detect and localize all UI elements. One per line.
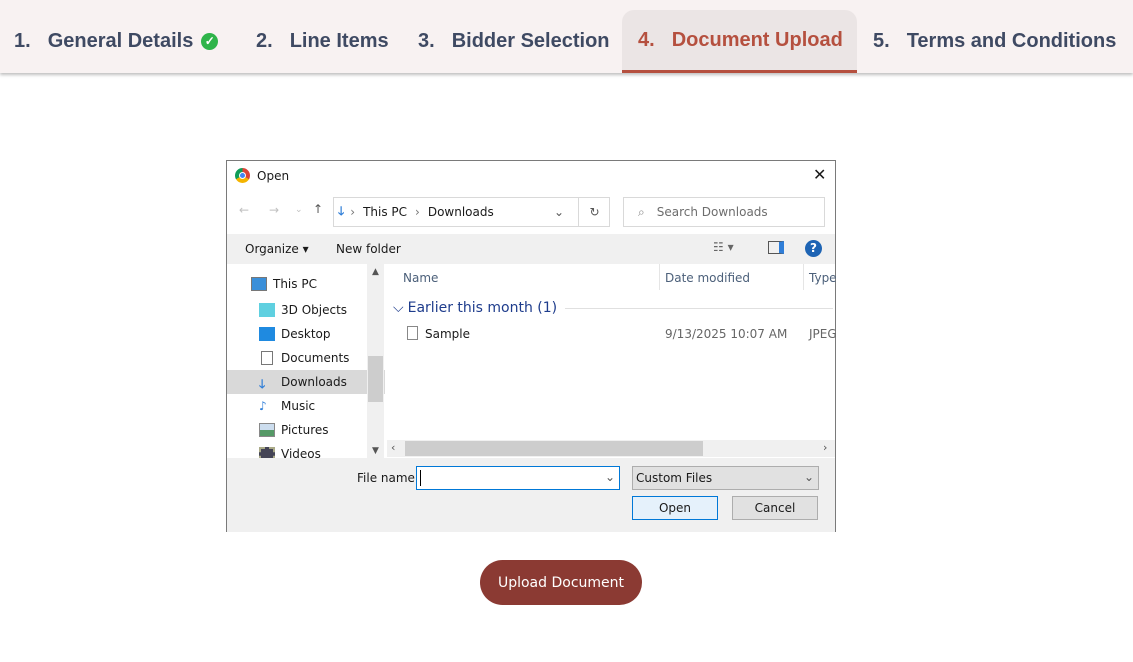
- new-folder-button[interactable]: New folder: [336, 242, 401, 256]
- nav-this-pc[interactable]: This PC: [227, 264, 385, 298]
- nav-scrollbar[interactable]: ▲ ▼: [367, 264, 384, 458]
- tab-document-upload[interactable]: 4. Document Upload: [622, 10, 857, 73]
- column-type[interactable]: Type: [809, 271, 837, 285]
- open-file-dialog: Open ✕ ← → ⌄ ↑ 🡓 › This PC › Downloads ⌄ ↻…: [226, 160, 837, 532]
- tab-bidder-selection[interactable]: 3. Bidder Selection: [418, 10, 610, 73]
- search-input[interactable]: ⌕ Search Downloads: [623, 197, 825, 227]
- image-file-icon: [407, 326, 418, 340]
- nav-documents[interactable]: Documents: [227, 346, 385, 370]
- pictures-icon: [259, 423, 275, 437]
- preview-pane-icon[interactable]: [768, 241, 784, 254]
- desktop-icon: [259, 327, 275, 341]
- horizontal-scrollbar[interactable]: ‹ ›: [387, 440, 835, 457]
- videos-icon: [259, 447, 275, 458]
- organize-button[interactable]: Organize ▾: [245, 242, 309, 256]
- column-date-modified[interactable]: Date modified: [665, 271, 750, 285]
- chevron-down-icon: ⌄: [803, 470, 814, 484]
- cube-icon: [259, 303, 275, 317]
- scroll-down-icon: ▼: [372, 446, 379, 456]
- dialog-toolbar: Organize ▾ New folder ☷ ▾ ?: [227, 234, 835, 264]
- search-icon: ⌕: [638, 204, 645, 219]
- breadcrumb-downloads[interactable]: Downloads: [428, 205, 494, 219]
- dialog-footer: File name: ⌄ Custom Files ⌄ Open Cancel: [227, 458, 835, 532]
- navigation-pane: This PC 3D Objects Desktop Documents 🡓 Do…: [227, 264, 385, 458]
- file-name-label: File name:: [357, 471, 419, 485]
- nav-desktop[interactable]: Desktop: [227, 322, 385, 346]
- download-arrow-icon: 🡓: [259, 377, 266, 391]
- tab-general-details[interactable]: 1. General Details ✓: [14, 10, 219, 73]
- file-name-input[interactable]: ⌄: [416, 466, 620, 490]
- music-icon: ♪: [259, 399, 267, 413]
- recent-dropdown-icon[interactable]: ⌄: [295, 205, 303, 215]
- chrome-icon: [235, 168, 250, 183]
- refresh-icon[interactable]: ↻: [578, 198, 610, 226]
- address-bar[interactable]: 🡓 › This PC › Downloads ⌄ ↻: [333, 197, 610, 227]
- downloads-icon: 🡓: [338, 203, 345, 218]
- document-icon: [261, 351, 273, 365]
- chevron-down-icon[interactable]: ⌄: [554, 205, 564, 219]
- scroll-right-icon: ›: [823, 441, 828, 454]
- nav-pictures[interactable]: Pictures: [227, 418, 385, 442]
- wizard-steps: 1. General Details ✓ 2. Line Items 3. Bidder…: [0, 0, 1133, 73]
- close-icon[interactable]: ✕: [813, 165, 826, 184]
- scroll-left-icon: ‹: [391, 441, 396, 454]
- breadcrumb-this-pc[interactable]: This PC: [363, 205, 407, 219]
- group-header[interactable]: ⌵ Earlier this month (1): [393, 300, 833, 316]
- file-type-select[interactable]: Custom Files ⌄: [632, 466, 819, 490]
- tab-line-items[interactable]: 2. Line Items: [256, 10, 389, 73]
- nav-3d-objects[interactable]: 3D Objects: [227, 298, 385, 322]
- column-name[interactable]: Name: [403, 271, 438, 285]
- dialog-title: Open: [257, 169, 290, 183]
- file-row[interactable]: Sample 9/13/2025 10:07 AM JPEG: [387, 323, 837, 345]
- tab-terms-and-conditions[interactable]: 5. Terms and Conditions: [873, 10, 1116, 73]
- upload-document-button[interactable]: Upload Document: [480, 560, 642, 605]
- nav-music[interactable]: ♪ Music: [227, 394, 385, 418]
- computer-icon: [251, 277, 267, 291]
- scroll-up-icon: ▲: [372, 267, 379, 277]
- up-icon[interactable]: ↑: [313, 202, 323, 216]
- back-icon[interactable]: ←: [239, 203, 249, 217]
- cancel-button[interactable]: Cancel: [732, 496, 818, 520]
- view-options-icon[interactable]: ☷ ▾: [713, 240, 734, 254]
- chevron-down-icon: ⌄: [604, 470, 615, 484]
- open-button[interactable]: Open: [632, 496, 718, 520]
- help-icon[interactable]: ?: [805, 240, 822, 257]
- check-circle-icon: ✓: [201, 33, 219, 50]
- nav-videos[interactable]: Videos: [227, 442, 385, 458]
- forward-icon[interactable]: →: [269, 203, 279, 217]
- nav-downloads[interactable]: 🡓 Downloads: [227, 370, 385, 394]
